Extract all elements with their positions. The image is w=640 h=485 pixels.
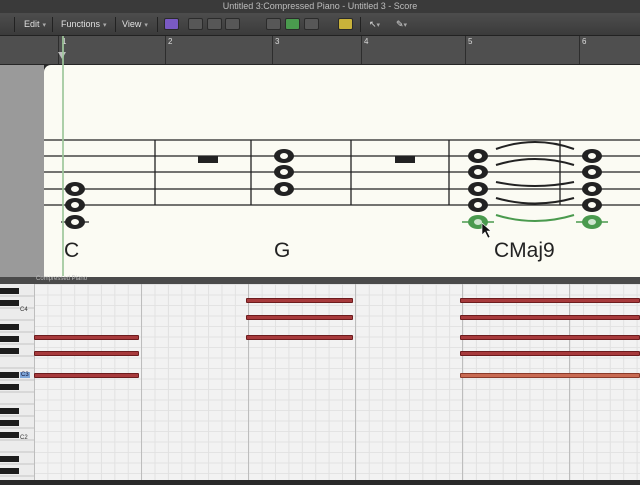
region-name: Compressed Piano <box>36 276 88 282</box>
edit-menu[interactable]: Edit ▾ <box>24 18 46 31</box>
pencil-tool-icon[interactable]: ✎▾ <box>396 18 407 32</box>
link-toggle-icon[interactable] <box>338 18 353 30</box>
bar-tick <box>58 36 59 64</box>
midi-in-icon[interactable] <box>266 18 281 30</box>
key-label-c3: C3 <box>20 372 30 378</box>
midi-out-icon[interactable] <box>285 18 300 30</box>
toolbar-separator <box>52 17 53 32</box>
bar-tick <box>579 36 580 64</box>
functions-menu[interactable]: Functions ▾ <box>61 18 107 31</box>
bar-number: 2 <box>168 37 173 46</box>
chord-symbol[interactable]: G <box>274 239 290 263</box>
bar-number: 3 <box>275 37 280 46</box>
piano-roll-grid[interactable] <box>34 284 640 480</box>
functions-menu-label: Functions <box>61 19 101 29</box>
staff-lines <box>44 139 640 206</box>
bar-tick <box>465 36 466 64</box>
list-view-icon[interactable] <box>188 18 203 30</box>
title-bar: Untitled 3:Compressed Piano - Untitled 3… <box>0 0 640 13</box>
note-view-icon[interactable] <box>225 18 240 30</box>
chevron-down-icon: ▾ <box>144 22 148 29</box>
midi-note[interactable] <box>460 315 640 320</box>
toolbar-separator <box>115 17 116 32</box>
midi-note[interactable] <box>460 351 640 356</box>
ties <box>495 141 575 222</box>
chord-c-notes <box>61 182 89 229</box>
toolbar-separator <box>14 17 15 32</box>
view-menu-label: View <box>122 19 142 29</box>
link-icon[interactable] <box>164 18 179 30</box>
midi-note[interactable] <box>34 351 139 356</box>
midi-note[interactable] <box>246 315 353 320</box>
grid-view-icon[interactable] <box>207 18 222 30</box>
catch-icon[interactable] <box>304 18 319 30</box>
bar-tick <box>361 36 362 64</box>
midi-note[interactable] <box>460 335 640 340</box>
playhead[interactable] <box>62 36 64 276</box>
key-label-c4: C4 <box>20 307 28 313</box>
midi-note[interactable] <box>246 298 353 303</box>
toolbar-separator <box>157 17 158 32</box>
region-header[interactable]: Compressed Piano <box>0 276 640 284</box>
window-title: Untitled 3:Compressed Piano - Untitled 3… <box>222 1 418 11</box>
piano-keyboard[interactable]: C4 C3 C2 <box>0 284 34 480</box>
key-label-c2: C2 <box>20 435 28 441</box>
bar-number: 4 <box>364 37 369 46</box>
keyboard-svg <box>0 284 34 480</box>
bar-number: 6 <box>582 37 587 46</box>
midi-note-selected[interactable] <box>460 373 640 378</box>
half-rest <box>198 156 218 163</box>
chord-symbol[interactable]: CMaj9 <box>494 239 555 263</box>
pointer-tool-icon[interactable]: ↖▾ <box>369 18 380 32</box>
bar-tick <box>165 36 166 64</box>
toolbar-separator <box>360 17 361 32</box>
bar-tick <box>272 36 273 64</box>
midi-note[interactable] <box>246 335 353 340</box>
chord-symbol[interactable]: C <box>64 239 79 263</box>
midi-note[interactable] <box>34 373 139 378</box>
half-rest <box>395 156 415 163</box>
chord-g-notes <box>274 149 294 196</box>
edit-menu-label: Edit <box>24 19 40 29</box>
chevron-down-icon: ▾ <box>42 22 47 29</box>
bar-ruler[interactable]: 1 2 3 4 5 6 <box>0 36 640 65</box>
bar-number: 5 <box>468 37 473 46</box>
midi-note[interactable] <box>460 298 640 303</box>
view-menu[interactable]: View ▾ <box>122 18 148 31</box>
score-margin <box>0 65 44 277</box>
midi-note[interactable] <box>34 335 139 340</box>
toolbar: Edit ▾ Functions ▾ View ▾ ↖▾ ✎▾ <box>0 13 640 36</box>
chevron-down-icon: ▾ <box>103 22 107 29</box>
